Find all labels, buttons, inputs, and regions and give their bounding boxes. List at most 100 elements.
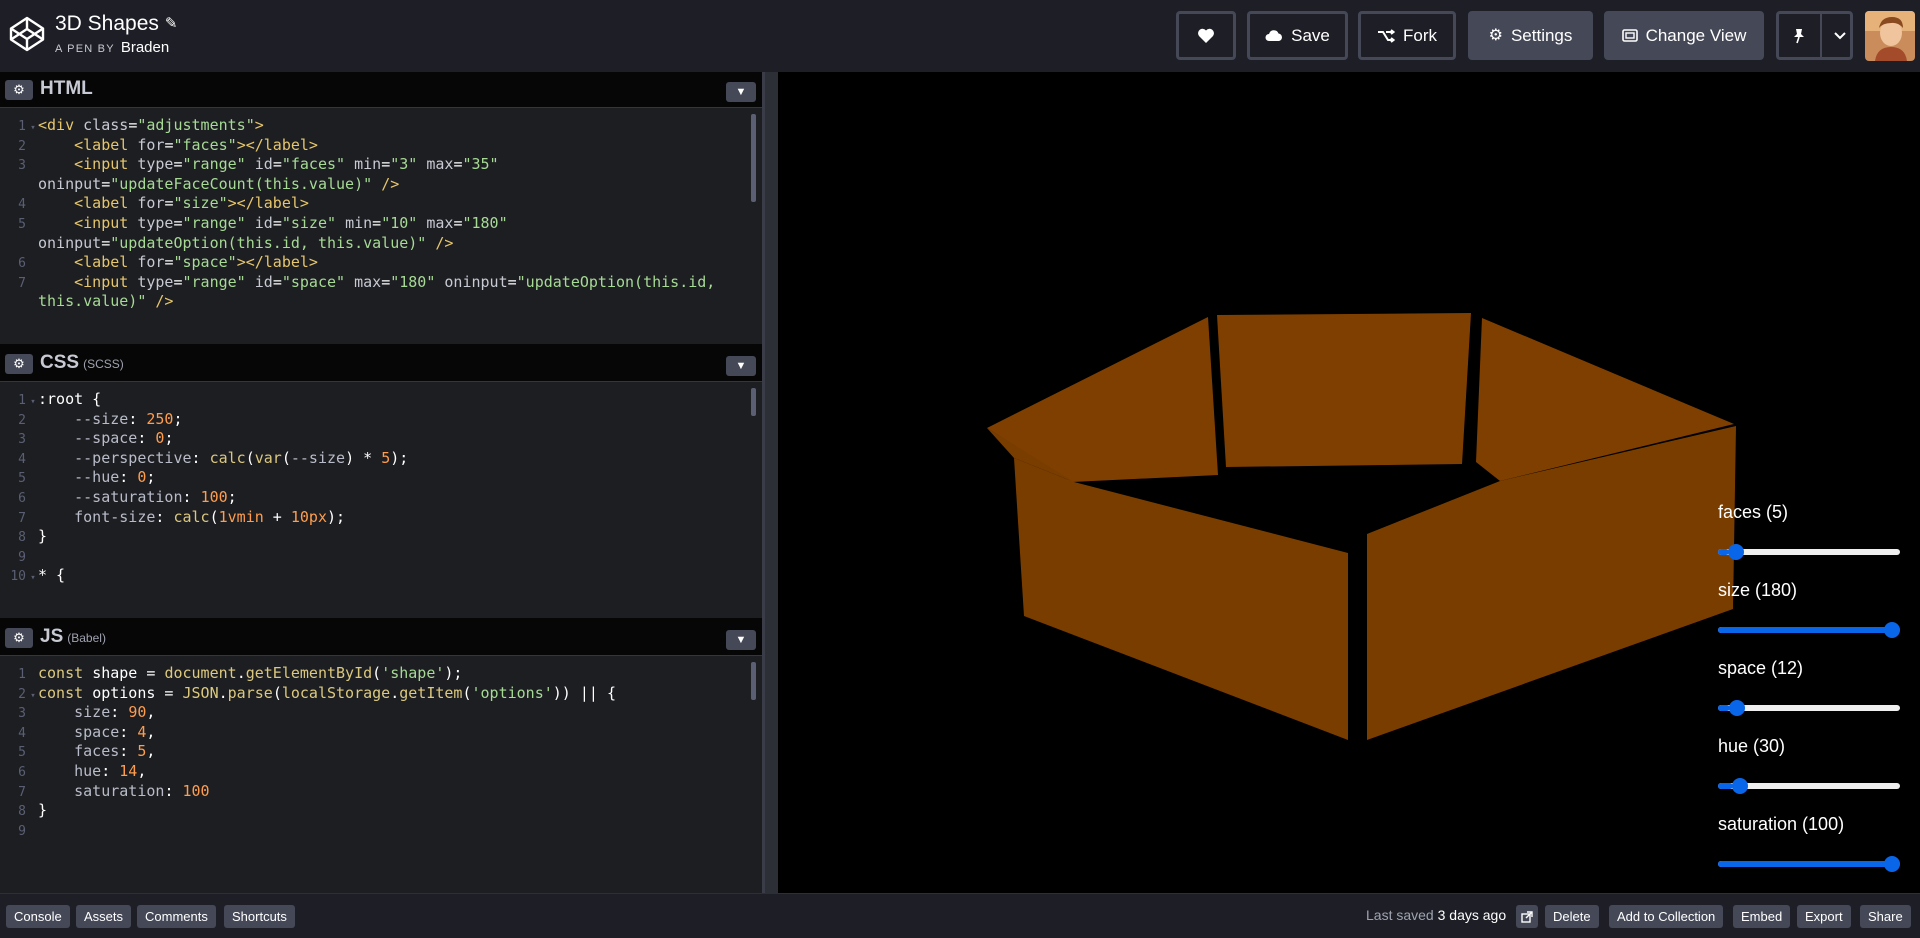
fork-button[interactable]: Fork bbox=[1358, 11, 1456, 60]
code-line[interactable]: this.value)" /> bbox=[0, 289, 173, 313]
css-editor-title: CSS (SCSS) bbox=[40, 352, 124, 374]
js-collapse-chevron-icon[interactable]: ▼ bbox=[726, 630, 756, 650]
slider-label: hue (30) bbox=[1718, 736, 1786, 756]
slider-thumb[interactable] bbox=[1731, 778, 1748, 794]
user-avatar[interactable] bbox=[1865, 11, 1915, 61]
js-editor-title: JS (Babel) bbox=[40, 626, 106, 648]
range-slider[interactable] bbox=[1718, 778, 1900, 794]
html-title-text: HTML bbox=[40, 78, 93, 99]
settings-label: Settings bbox=[1510, 25, 1573, 45]
assets-button[interactable]: Assets bbox=[76, 905, 132, 928]
css-collapse-chevron-icon[interactable]: ▼ bbox=[726, 356, 756, 376]
bottom-bar: Console Assets Comments Shortcuts Last s… bbox=[0, 893, 1920, 938]
js-subtitle: (Babel) bbox=[67, 631, 106, 645]
code-text: } bbox=[38, 527, 48, 546]
pen-title[interactable]: 3D Shapes ✎ bbox=[55, 11, 177, 37]
range-slider[interactable] bbox=[1718, 700, 1900, 716]
adjustments-panel: faces (5) size (180) space (12) hue (30) sat… bbox=[1718, 502, 1918, 892]
range-slider[interactable] bbox=[1718, 544, 1900, 560]
slider-fill bbox=[1718, 783, 1734, 789]
change-view-label: Change View bbox=[1645, 25, 1747, 45]
slider-thumb[interactable] bbox=[1884, 622, 1900, 638]
css-code-area[interactable]: 1 ▾:root {2 --size: 250; 3 --space: 0; 4 --… bbox=[0, 383, 758, 618]
code-line[interactable]: 9 bbox=[0, 818, 38, 842]
html-scrollbar[interactable] bbox=[751, 114, 756, 202]
js-title-text: JS bbox=[40, 626, 64, 647]
line-number: 9 bbox=[18, 823, 26, 839]
chevron-down-icon bbox=[1834, 31, 1846, 39]
js-scrollbar[interactable] bbox=[751, 662, 756, 700]
range-slider[interactable] bbox=[1718, 622, 1900, 638]
css-scrollbar[interactable] bbox=[751, 388, 756, 416]
embed-button[interactable]: Embed bbox=[1733, 905, 1791, 928]
code-line[interactable]: 7 font-size: calc(1vmin + 10px); bbox=[0, 505, 345, 529]
fork-icon bbox=[1378, 28, 1395, 43]
slider-label: space (12) bbox=[1718, 658, 1804, 678]
shape-face-front-left bbox=[1014, 458, 1348, 740]
css-settings-gear-icon[interactable]: ⚙ bbox=[5, 354, 33, 374]
pen-title-text[interactable]: 3D Shapes bbox=[55, 11, 159, 37]
top-bar: 3D Shapes ✎ A PEN BY Braden Save Fork ⚙ … bbox=[0, 0, 1920, 72]
slider-label: faces (5) bbox=[1718, 502, 1789, 522]
author-link[interactable]: Braden bbox=[121, 39, 169, 56]
like-button[interactable] bbox=[1176, 11, 1236, 60]
last-saved-time: 3 days ago bbox=[1437, 907, 1507, 923]
code-text: font-size: calc(1vmin + 10px); bbox=[38, 507, 346, 526]
heart-icon bbox=[1198, 28, 1214, 43]
code-text: saturation: 100 bbox=[38, 781, 210, 800]
gear-icon: ⚙ bbox=[1488, 26, 1503, 44]
css-subtitle: (SCSS) bbox=[83, 357, 124, 371]
save-label: Save bbox=[1291, 25, 1330, 45]
open-external-button[interactable] bbox=[1516, 905, 1538, 928]
slider-thumb[interactable] bbox=[1884, 856, 1900, 872]
html-code-area[interactable]: 1 ▾ <div class="adjustments"> 2 <label for=… bbox=[0, 109, 758, 344]
js-code-area[interactable]: 1 const shape = document.getElementById('… bbox=[0, 657, 758, 893]
pen-title-block: 3D Shapes ✎ A PEN BY Braden bbox=[55, 11, 177, 56]
export-button[interactable]: Export bbox=[1797, 905, 1851, 928]
resize-handle[interactable] bbox=[762, 72, 778, 893]
editors-column: ⚙ HTML ▼ 1 ▾ <div class="adjustments"> 2 <l… bbox=[0, 72, 762, 893]
slider-control: faces (5) bbox=[1718, 502, 1918, 580]
console-button[interactable]: Console bbox=[6, 905, 70, 928]
fold-arrow-icon[interactable]: ▾ bbox=[28, 566, 38, 590]
slider-control: size (180) bbox=[1718, 580, 1918, 658]
pin-dropdown[interactable] bbox=[1830, 14, 1850, 57]
share-button[interactable]: Share bbox=[1860, 905, 1911, 928]
html-editor: ⚙ HTML ▼ 1 ▾ <div class="adjustments"> 2 <l… bbox=[0, 72, 762, 344]
settings-button[interactable]: ⚙ Settings bbox=[1468, 11, 1593, 60]
html-editor-header: ⚙ HTML ▼ bbox=[0, 72, 762, 108]
pin-button[interactable] bbox=[1776, 11, 1853, 60]
css-title-text: CSS bbox=[40, 352, 80, 373]
slider-thumb[interactable] bbox=[1728, 544, 1745, 560]
slider-control: hue (30) bbox=[1718, 736, 1918, 814]
save-button[interactable]: Save bbox=[1247, 11, 1348, 60]
last-saved-label: Last saved bbox=[1366, 907, 1434, 923]
range-slider[interactable] bbox=[1718, 856, 1900, 872]
layout-icon bbox=[1621, 29, 1638, 42]
preview-pane[interactable]: faces (5) size (180) space (12) hue (30) sat… bbox=[778, 72, 1920, 893]
delete-button[interactable]: Delete bbox=[1545, 905, 1599, 928]
slider-control: saturation (100) bbox=[1718, 814, 1918, 892]
code-text: } bbox=[38, 801, 48, 820]
html-collapse-chevron-icon[interactable]: ▼ bbox=[726, 82, 756, 102]
edit-pencil-icon[interactable]: ✎ bbox=[165, 11, 178, 37]
pin-toggle[interactable] bbox=[1779, 14, 1822, 57]
js-settings-gear-icon[interactable]: ⚙ bbox=[5, 628, 33, 648]
code-line[interactable]: 10 ▾ * { bbox=[0, 563, 65, 587]
js-editor-header: ⚙ JS (Babel) ▼ bbox=[0, 620, 762, 656]
slider-thumb[interactable] bbox=[1729, 700, 1746, 716]
codepen-logo-icon[interactable] bbox=[8, 15, 46, 53]
pin-icon bbox=[1794, 28, 1805, 43]
cloud-icon bbox=[1265, 29, 1283, 41]
external-link-icon bbox=[1521, 910, 1533, 923]
code-text: * { bbox=[38, 566, 66, 585]
add-to-collection-button[interactable]: Add to Collection bbox=[1609, 905, 1724, 928]
css-editor-header: ⚙ CSS (SCSS) ▼ bbox=[0, 346, 762, 382]
avatar-image bbox=[1865, 11, 1915, 61]
change-view-button[interactable]: Change View bbox=[1604, 11, 1764, 60]
comments-button[interactable]: Comments bbox=[137, 905, 216, 928]
by-label: A PEN BY bbox=[55, 43, 115, 55]
shortcuts-button[interactable]: Shortcuts bbox=[224, 905, 295, 928]
css-editor: ⚙ CSS (SCSS) ▼ 1 ▾:root {2 --size: 250; 3 -… bbox=[0, 346, 762, 618]
html-settings-gear-icon[interactable]: ⚙ bbox=[5, 80, 33, 100]
